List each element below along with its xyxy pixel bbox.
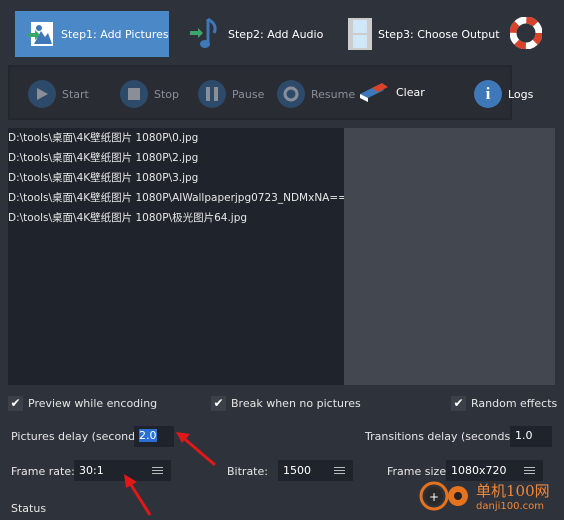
help-lifebuoy-icon[interactable]	[510, 17, 542, 49]
clear-button[interactable]: Clear	[358, 80, 425, 104]
bitrate-label: Bitrate:	[227, 465, 268, 478]
checkmark-icon: ✔	[8, 396, 23, 411]
random-effects-checkbox[interactable]: ✔ Random effects	[451, 396, 557, 411]
watermark: + 单机100网 danji100.com	[418, 478, 550, 514]
resume-label: Resume	[311, 87, 356, 101]
add-pictures-icon	[27, 22, 53, 46]
stop-button[interactable]: Stop	[120, 80, 179, 108]
annotation-arrows	[124, 432, 216, 516]
clear-label: Clear	[396, 85, 425, 99]
preview-label: Preview while encoding	[28, 397, 158, 410]
transitions-delay-label: Transitions delay (seconds)	[365, 430, 515, 443]
logs-button[interactable]: i Logs	[474, 80, 533, 108]
preview-panel	[344, 128, 555, 385]
bitrate-select[interactable]: 1500	[278, 460, 353, 481]
step3-label: Step3: Choose Output	[378, 27, 500, 41]
transitions-delay-input[interactable]: 1.0	[510, 426, 552, 447]
break-when-no-pictures-checkbox[interactable]: ✔ Break when no pictures	[211, 396, 361, 411]
random-label: Random effects	[471, 397, 558, 410]
start-label: Start	[62, 87, 89, 101]
list-item[interactable]: D:\tools\桌面\4K壁纸图片 1080P\极光图片64.jpg	[8, 208, 344, 228]
watermark-url: danji100.com	[476, 501, 544, 512]
tab-step2-add-audio[interactable]: Step2: Add Audio	[190, 11, 323, 57]
list-item[interactable]: D:\tools\桌面\4K壁纸图片 1080P\2.jpg	[8, 148, 344, 168]
watermark-name: 单机100网	[476, 482, 550, 500]
pause-button[interactable]: Pause	[198, 80, 264, 108]
start-button[interactable]: Start	[28, 80, 89, 108]
frame-size-label: Frame size:	[387, 465, 450, 478]
menu-icon	[334, 467, 345, 474]
pause-icon	[198, 80, 226, 108]
stop-label: Stop	[154, 87, 180, 101]
frame-rate-value: 30:1	[79, 464, 104, 477]
list-item[interactable]: D:\tools\桌面\4K壁纸图片 1080P\AIWallpaperjpg0…	[8, 188, 344, 208]
film-icon	[348, 18, 372, 50]
tab-step1-add-pictures[interactable]: Step1: Add Pictures	[15, 11, 169, 57]
toolbar: Start Stop Pause Resume Clear i Logs	[8, 65, 533, 120]
step2-label: Step2: Add Audio	[228, 27, 324, 41]
tab-step3-choose-output[interactable]: Step3: Choose Output	[348, 11, 500, 57]
list-item[interactable]: D:\tools\桌面\4K壁纸图片 1080P\0.jpg	[8, 128, 344, 148]
logs-label: Logs	[508, 87, 534, 101]
watermark-logo-icon: +	[419, 481, 468, 511]
frame-rate-label: Frame rate:	[11, 465, 75, 478]
checkmark-icon: ✔	[211, 396, 226, 411]
info-icon: i	[474, 80, 502, 108]
picture-list[interactable]: D:\tools\桌面\4K壁纸图片 1080P\0.jpg D:\tools\…	[8, 128, 344, 385]
preview-while-encoding-checkbox[interactable]: ✔ Preview while encoding	[8, 396, 157, 411]
svg-text:+: +	[429, 490, 439, 504]
play-icon	[28, 80, 56, 108]
stop-icon	[120, 80, 148, 108]
list-item[interactable]: D:\tools\桌面\4K壁纸图片 1080P\3.jpg	[8, 168, 344, 188]
status-label: Status	[11, 502, 47, 515]
resume-button[interactable]: Resume	[277, 80, 355, 108]
pause-label: Pause	[232, 87, 265, 101]
frame-size-value: 1080x720	[451, 464, 507, 477]
music-note-icon	[190, 17, 217, 48]
checkmark-icon: ✔	[451, 396, 466, 411]
resume-icon	[277, 80, 305, 108]
eraser-icon	[360, 83, 388, 102]
menu-icon	[524, 467, 535, 474]
step1-label: Step1: Add Pictures	[61, 27, 169, 41]
break-label: Break when no pictures	[231, 397, 361, 410]
bitrate-value: 1500	[283, 464, 311, 477]
